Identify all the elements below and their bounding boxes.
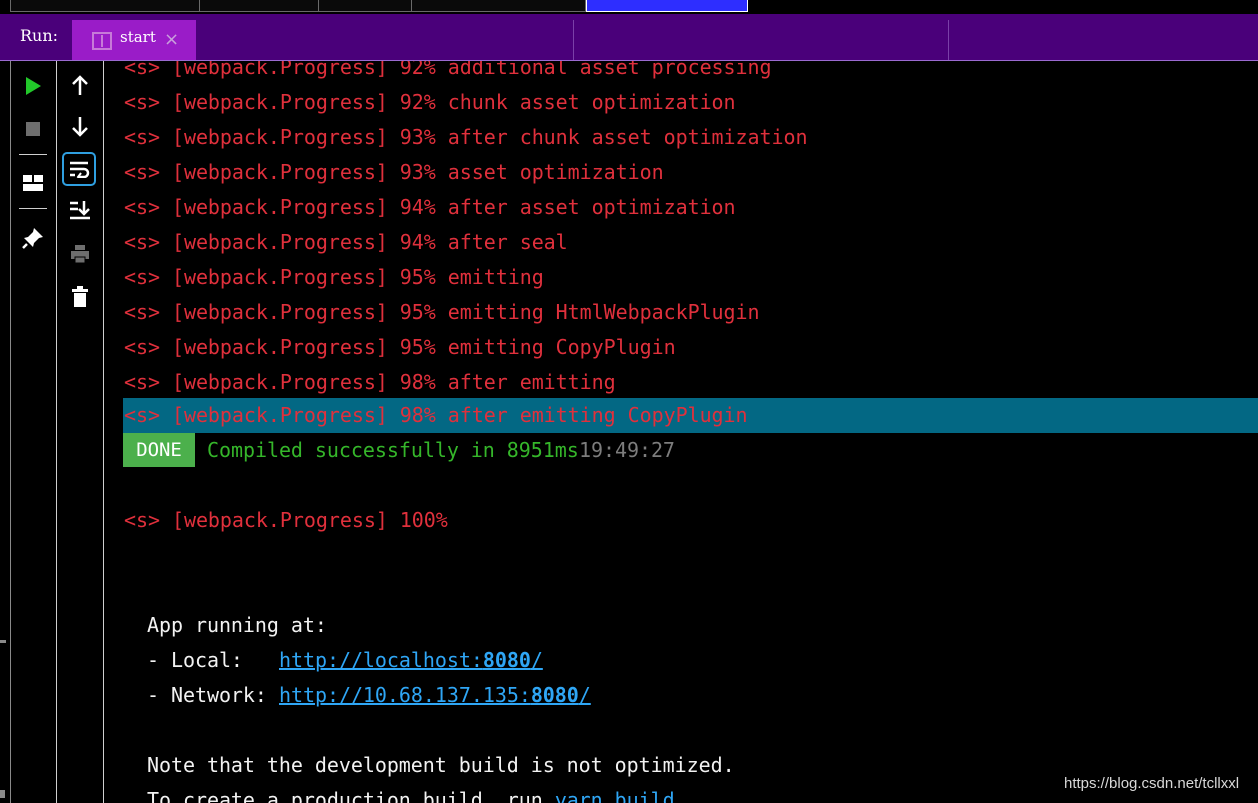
- console-output[interactable]: <s> [webpack.Progress] 92% additional as…: [104, 61, 1258, 803]
- soft-wrap-icon[interactable]: [62, 152, 96, 186]
- arrow-down-icon[interactable]: [68, 115, 92, 139]
- edge-marker: [0, 790, 5, 798]
- prod-build-line: To create a production build, run yarn b…: [104, 783, 675, 803]
- network-url-link[interactable]: http://10.68.137.135:8080/: [279, 678, 591, 713]
- npm-script-icon: [92, 32, 112, 50]
- top-tab-1[interactable]: [10, 0, 200, 12]
- local-label: - Local:: [147, 648, 279, 672]
- console-actions-toolbar: [57, 61, 104, 803]
- prod-command: yarn build: [554, 788, 675, 803]
- tab-divider: [948, 20, 949, 60]
- run-toolbar: Run: start ×: [0, 14, 1258, 61]
- compiled-line: Compiled successfully in 8951ms 19:49:27: [104, 433, 675, 468]
- prod-text: To create a production build, run yarn b…: [147, 783, 675, 803]
- run-label: Run:: [20, 26, 59, 45]
- compiled-text: Compiled successfully in 8951ms: [207, 438, 579, 462]
- top-tab-4[interactable]: [411, 0, 586, 12]
- network-label: - Network:: [147, 683, 279, 707]
- run-actions-toolbar: [11, 61, 57, 803]
- pin-icon[interactable]: [21, 226, 45, 250]
- tab-divider: [573, 20, 574, 60]
- top-tab-3[interactable]: [318, 0, 412, 12]
- console-line-highlighted: <s> [webpack.Progress] 98% after emittin…: [123, 398, 1258, 433]
- local-url-line: - Local: http://localhost:8080/: [104, 643, 543, 678]
- network-url-line: - Network: http://10.68.137.135:8080/: [104, 678, 591, 713]
- run-tab-label: start: [120, 28, 156, 46]
- compiled-time: 19:49:27: [579, 438, 675, 462]
- edge-marker: [0, 640, 6, 643]
- toolbar-separator: [19, 208, 47, 209]
- scroll-to-end-icon[interactable]: [68, 198, 92, 222]
- print-icon[interactable]: [68, 242, 92, 266]
- watermark: https://blog.csdn.net/tcllxxl: [1064, 775, 1240, 792]
- close-icon[interactable]: ×: [164, 31, 179, 49]
- top-window-strip: [0, 0, 1258, 14]
- toolbar-separator: [19, 154, 47, 155]
- trash-icon[interactable]: [68, 285, 92, 309]
- layout-icon[interactable]: [21, 171, 45, 195]
- run-tab-start[interactable]: start ×: [72, 20, 196, 60]
- play-icon[interactable]: [21, 74, 45, 98]
- top-tab-5[interactable]: [586, 0, 748, 12]
- arrow-up-icon[interactable]: [68, 73, 92, 97]
- top-tab-2[interactable]: [199, 0, 319, 12]
- local-url-link[interactable]: http://localhost:8080/: [279, 643, 543, 678]
- stop-icon[interactable]: [21, 117, 45, 141]
